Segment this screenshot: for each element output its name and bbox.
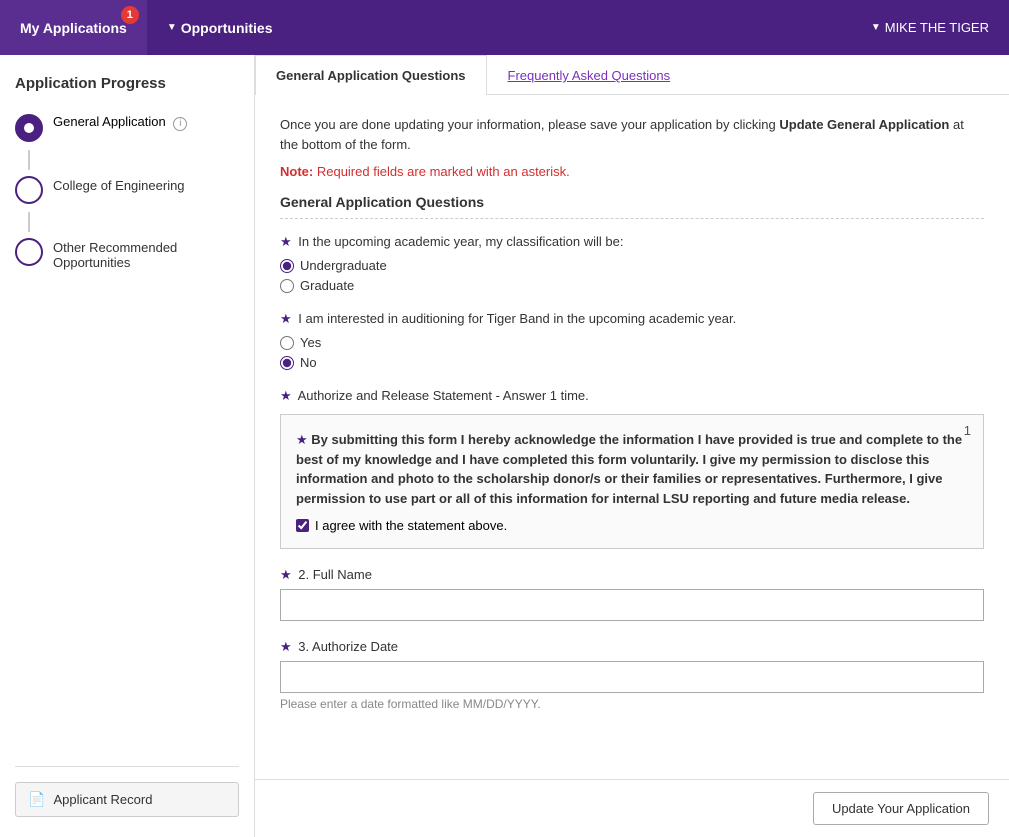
other-opportunities-label: Other Recommended Opportunities <box>53 236 239 270</box>
top-navigation: My Applications 1 ▼ Opportunities MIKE T… <box>0 0 1009 55</box>
required-star-q2: ★ <box>280 311 292 326</box>
radio-undergraduate[interactable]: Undergraduate <box>280 258 984 273</box>
question-classification: ★ In the upcoming academic year, my clas… <box>280 234 984 293</box>
my-applications-tab[interactable]: My Applications 1 <box>0 0 147 55</box>
progress-line-1 <box>28 150 30 170</box>
opportunities-tab[interactable]: ▼ Opportunities <box>147 0 293 55</box>
date-hint: Please enter a date formatted like MM/DD… <box>280 697 984 711</box>
full-name-input[interactable] <box>280 589 984 621</box>
tab-faq[interactable]: Frequently Asked Questions <box>487 55 692 95</box>
notification-badge: 1 <box>121 6 139 24</box>
required-star-q1: ★ <box>280 234 292 249</box>
authorize-date-field-group: ★ 3. Authorize Date Please enter a date … <box>280 639 984 711</box>
nav-left-group: My Applications 1 ▼ Opportunities <box>0 0 293 55</box>
general-application-label: General Application i <box>53 112 187 131</box>
progress-circle-college <box>15 176 43 204</box>
applicant-record-button[interactable]: 📄 Applicant Record <box>15 782 239 817</box>
sidebar: Application Progress General Application… <box>0 55 255 837</box>
sidebar-item-college-engineering[interactable]: College of Engineering <box>15 174 239 204</box>
college-engineering-label: College of Engineering <box>53 174 185 193</box>
form-note: Note: Required fields are marked with an… <box>280 164 984 179</box>
tab-bar: General Application Questions Frequently… <box>255 55 1009 95</box>
question-classification-label: ★ In the upcoming academic year, my clas… <box>280 234 984 250</box>
required-star-name: ★ <box>280 567 295 582</box>
agree-checkbox[interactable] <box>296 519 309 532</box>
radio-yes[interactable]: Yes <box>280 335 984 350</box>
authorize-date-label: ★ 3. Authorize Date <box>280 639 984 655</box>
progress-circle-general <box>15 114 43 142</box>
form-section-title: General Application Questions <box>280 194 984 219</box>
progress-circle-other <box>15 238 43 266</box>
required-star-auth: ★ <box>280 388 292 403</box>
user-name: MIKE THE TIGER <box>885 20 989 35</box>
agree-checkbox-row[interactable]: I agree with the statement above. <box>296 518 968 533</box>
form-area: Once you are done updating your informat… <box>255 95 1009 779</box>
radio-graduate-input[interactable] <box>280 279 294 293</box>
bottom-bar: Update Your Application <box>255 779 1009 837</box>
authorize-date-input[interactable] <box>280 661 984 693</box>
question-tiger-band: ★ I am interested in auditioning for Tig… <box>280 311 984 370</box>
full-name-field-group: ★ 2. Full Name <box>280 567 984 621</box>
sidebar-title: Application Progress <box>15 75 239 92</box>
my-applications-label: My Applications <box>20 20 127 36</box>
content-area: General Application Questions Frequently… <box>255 55 1009 837</box>
sidebar-item-other-opportunities[interactable]: Other Recommended Opportunities <box>15 236 239 270</box>
tab-general-app-questions[interactable]: General Application Questions <box>255 55 487 95</box>
radio-no[interactable]: No <box>280 355 984 370</box>
radio-undergraduate-input[interactable] <box>280 259 294 273</box>
opportunities-label: Opportunities <box>181 20 273 36</box>
box-number: 1 <box>964 423 971 438</box>
update-application-button[interactable]: Update Your Application <box>813 792 989 825</box>
authorize-section: ★ Authorize and Release Statement - Answ… <box>280 388 984 549</box>
applicant-record-icon: 📄 <box>28 791 45 808</box>
info-icon-general[interactable]: i <box>173 117 187 131</box>
authorize-box: 1 ★ By submitting this form I hereby ack… <box>280 414 984 549</box>
authorize-text: ★ By submitting this form I hereby ackno… <box>296 430 968 508</box>
full-name-label: ★ 2. Full Name <box>280 567 984 583</box>
progress-line-2 <box>28 212 30 232</box>
sidebar-bottom: 📄 Applicant Record <box>15 766 239 817</box>
question-tiger-band-label: ★ I am interested in auditioning for Tig… <box>280 311 984 327</box>
radio-yes-input[interactable] <box>280 336 294 350</box>
required-star-date: ★ <box>280 639 295 654</box>
radio-graduate[interactable]: Graduate <box>280 278 984 293</box>
opportunities-chevron: ▼ <box>167 22 177 33</box>
main-layout: Application Progress General Application… <box>0 55 1009 837</box>
form-intro: Once you are done updating your informat… <box>280 115 984 154</box>
user-menu[interactable]: MIKE THE TIGER <box>851 20 1009 35</box>
applicant-record-label: Applicant Record <box>53 792 152 807</box>
sidebar-item-general-application[interactable]: General Application i <box>15 112 239 142</box>
radio-no-input[interactable] <box>280 356 294 370</box>
authorize-section-label: ★ Authorize and Release Statement - Answ… <box>280 388 984 404</box>
